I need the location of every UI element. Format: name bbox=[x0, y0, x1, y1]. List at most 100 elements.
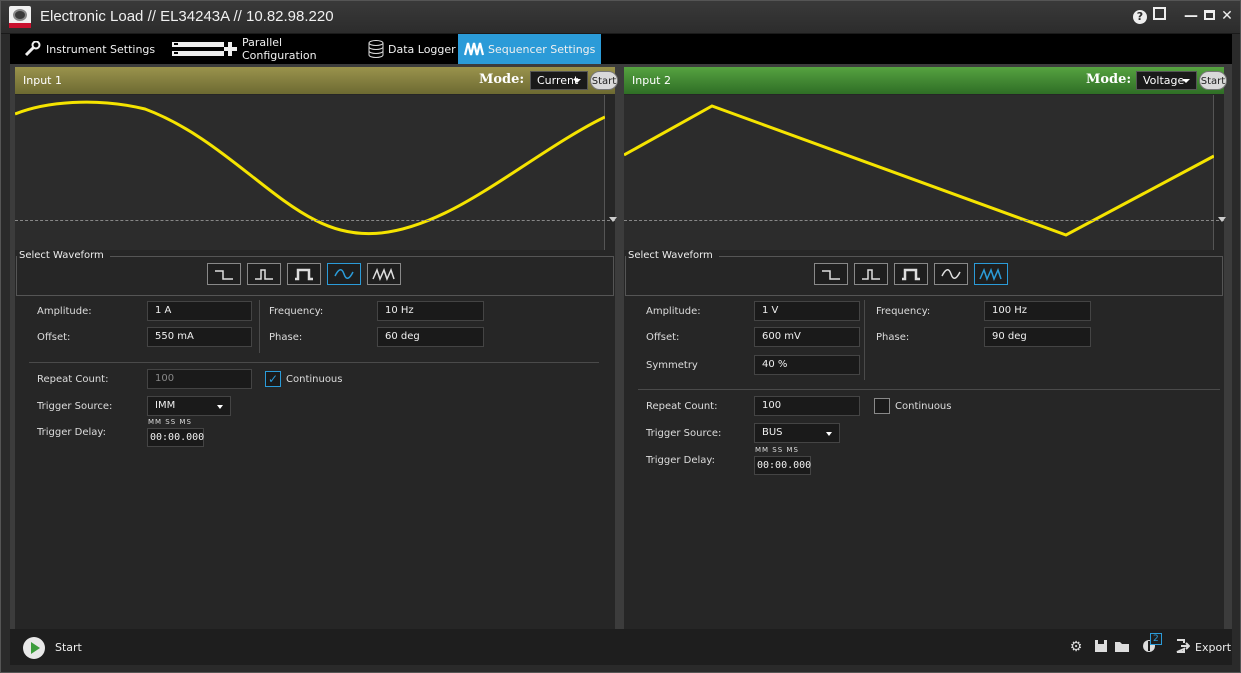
fieldset-border bbox=[109, 256, 614, 257]
gear-icon[interactable]: ⚙ bbox=[1068, 639, 1084, 655]
waveform-button-group bbox=[207, 263, 401, 285]
title-bar: Electronic Load // EL34243A // 10.82.98.… bbox=[0, 0, 1241, 34]
input2-header: Input 2 Mode: Voltage Start bbox=[624, 67, 1227, 94]
divider bbox=[638, 389, 1220, 390]
ramp-waveform-button[interactable] bbox=[367, 263, 401, 285]
amplitude-label: Amplitude: bbox=[37, 306, 92, 317]
input2-repeat-count-field[interactable]: 100 bbox=[754, 396, 860, 416]
phase-label: Phase: bbox=[876, 332, 910, 343]
phase-label: Phase: bbox=[269, 332, 303, 343]
wrench-icon bbox=[24, 41, 42, 57]
input1-trigger-source-select[interactable]: IMM bbox=[147, 396, 231, 416]
bottom-bar: Start ⚙ 2 Export bbox=[10, 629, 1232, 665]
tab-label: Data Logger bbox=[388, 42, 456, 56]
export-button-label[interactable]: Export bbox=[1195, 641, 1231, 654]
maximize-icon[interactable] bbox=[1200, 7, 1218, 25]
baseline-arrow-icon bbox=[1218, 217, 1226, 222]
input2-start-button[interactable]: Start bbox=[1199, 71, 1227, 90]
chevron-down-icon bbox=[826, 432, 832, 436]
input1-continuous-checkbox[interactable]: ✓ bbox=[265, 371, 281, 387]
help-icon[interactable]: ? bbox=[1131, 7, 1149, 25]
input1-trigger-delay-field[interactable]: 00:00.000 bbox=[147, 428, 204, 447]
offset-label: Offset: bbox=[37, 332, 71, 343]
input2-frequency-field[interactable]: 100 Hz bbox=[984, 301, 1091, 321]
instrument-icon[interactable]: 2 bbox=[1136, 633, 1162, 655]
input1-amplitude-field[interactable]: 1 A bbox=[147, 301, 252, 321]
input1-repeat-count-field[interactable]: 100 bbox=[147, 369, 252, 389]
tab-label: Sequencer Settings bbox=[488, 42, 596, 56]
input1-mode-select[interactable]: Current bbox=[530, 71, 588, 90]
divider bbox=[864, 300, 865, 380]
divider bbox=[259, 300, 260, 353]
frequency-label: Frequency: bbox=[876, 306, 931, 317]
folder-icon[interactable] bbox=[1114, 639, 1130, 655]
sine-waveform-button[interactable] bbox=[327, 263, 361, 285]
tab-parallel-configuration[interactable]: Parallel Configuration bbox=[166, 34, 356, 64]
export-icon[interactable] bbox=[1175, 639, 1191, 655]
symmetry-label: Symmetry bbox=[646, 360, 698, 371]
pulse-waveform-button[interactable] bbox=[894, 263, 928, 285]
mode-label: Mode: bbox=[1086, 72, 1132, 87]
waveform-icon bbox=[464, 41, 484, 57]
input1-frequency-field[interactable]: 10 Hz bbox=[377, 301, 484, 321]
chevron-down-icon bbox=[217, 405, 223, 409]
input2-symmetry-field[interactable]: 40 % bbox=[754, 355, 860, 375]
tab-instrument-settings[interactable]: Instrument Settings bbox=[18, 34, 158, 64]
start-button-label[interactable]: Start bbox=[55, 641, 82, 654]
amplitude-label: Amplitude: bbox=[646, 306, 701, 317]
plot-baseline bbox=[15, 220, 615, 221]
save-icon[interactable] bbox=[1093, 639, 1109, 655]
tab-sequencer-settings[interactable]: Sequencer Settings bbox=[458, 34, 601, 69]
input2-trigger-delay-field[interactable]: 00:00.000 bbox=[754, 456, 811, 475]
step-down-waveform-button[interactable] bbox=[207, 263, 241, 285]
input1-phase-field[interactable]: 60 deg bbox=[377, 327, 484, 347]
minimize-icon[interactable]: — bbox=[1182, 7, 1200, 25]
input2-panel: Input 2 Mode: Voltage Start Select Wavef… bbox=[624, 67, 1227, 629]
plot-baseline bbox=[624, 220, 1224, 221]
input2-continuous-checkbox[interactable] bbox=[874, 398, 890, 414]
play-icon[interactable] bbox=[23, 637, 45, 659]
pulse-waveform-button[interactable] bbox=[287, 263, 321, 285]
instrument-count-badge: 2 bbox=[1150, 633, 1162, 645]
frequency-label: Frequency: bbox=[269, 306, 324, 317]
input2-offset-field[interactable]: 600 mV bbox=[754, 327, 860, 347]
step-up-waveform-button[interactable] bbox=[247, 263, 281, 285]
input1-header: Input 1 Mode: Current Start bbox=[15, 67, 618, 94]
waveform-legend: Select Waveform bbox=[19, 250, 108, 261]
input1-offset-field[interactable]: 550 mA bbox=[147, 327, 252, 347]
parallel-icon bbox=[172, 40, 238, 58]
repeat-count-label: Repeat Count: bbox=[646, 401, 718, 412]
input2-trigger-source-select[interactable]: BUS bbox=[754, 423, 840, 443]
ramp-waveform-button[interactable] bbox=[974, 263, 1008, 285]
window-title: Electronic Load // EL34243A // 10.82.98.… bbox=[40, 8, 334, 25]
tab-bar: Instrument Settings Parallel Configurati… bbox=[10, 34, 1232, 69]
input1-title: Input 1 bbox=[23, 74, 62, 87]
sine-waveform-button[interactable] bbox=[934, 263, 968, 285]
trigger-source-label: Trigger Source: bbox=[37, 401, 113, 412]
time-units-caption: MM SS MS bbox=[148, 418, 192, 426]
trigger-source-value: BUS bbox=[762, 427, 783, 438]
step-down-waveform-button[interactable] bbox=[814, 263, 848, 285]
continuous-label: Continuous bbox=[286, 374, 343, 385]
feedback-icon[interactable] bbox=[1150, 7, 1168, 25]
input2-title: Input 2 bbox=[632, 74, 671, 87]
input2-phase-field[interactable]: 90 deg bbox=[984, 327, 1091, 347]
time-units-caption: MM SS MS bbox=[755, 446, 799, 454]
mode-value: Voltage bbox=[1143, 74, 1185, 87]
trigger-delay-label: Trigger Delay: bbox=[646, 455, 715, 466]
repeat-count-label: Repeat Count: bbox=[37, 374, 109, 385]
input2-mode-select[interactable]: Voltage bbox=[1136, 71, 1197, 90]
divider bbox=[29, 362, 599, 363]
input1-trace bbox=[15, 100, 605, 236]
input1-start-button[interactable]: Start bbox=[590, 71, 618, 90]
continuous-label: Continuous bbox=[895, 401, 952, 412]
mode-label: Mode: bbox=[479, 72, 525, 87]
step-up-waveform-button[interactable] bbox=[854, 263, 888, 285]
close-icon[interactable]: ✕ bbox=[1218, 7, 1236, 25]
offset-label: Offset: bbox=[646, 332, 680, 343]
chevron-down-icon bbox=[1182, 79, 1190, 83]
tab-data-logger[interactable]: Data Logger bbox=[362, 34, 462, 64]
trigger-source-value: IMM bbox=[155, 400, 176, 411]
tab-label: Parallel Configuration bbox=[242, 36, 317, 62]
input2-amplitude-field[interactable]: 1 V bbox=[754, 301, 860, 321]
